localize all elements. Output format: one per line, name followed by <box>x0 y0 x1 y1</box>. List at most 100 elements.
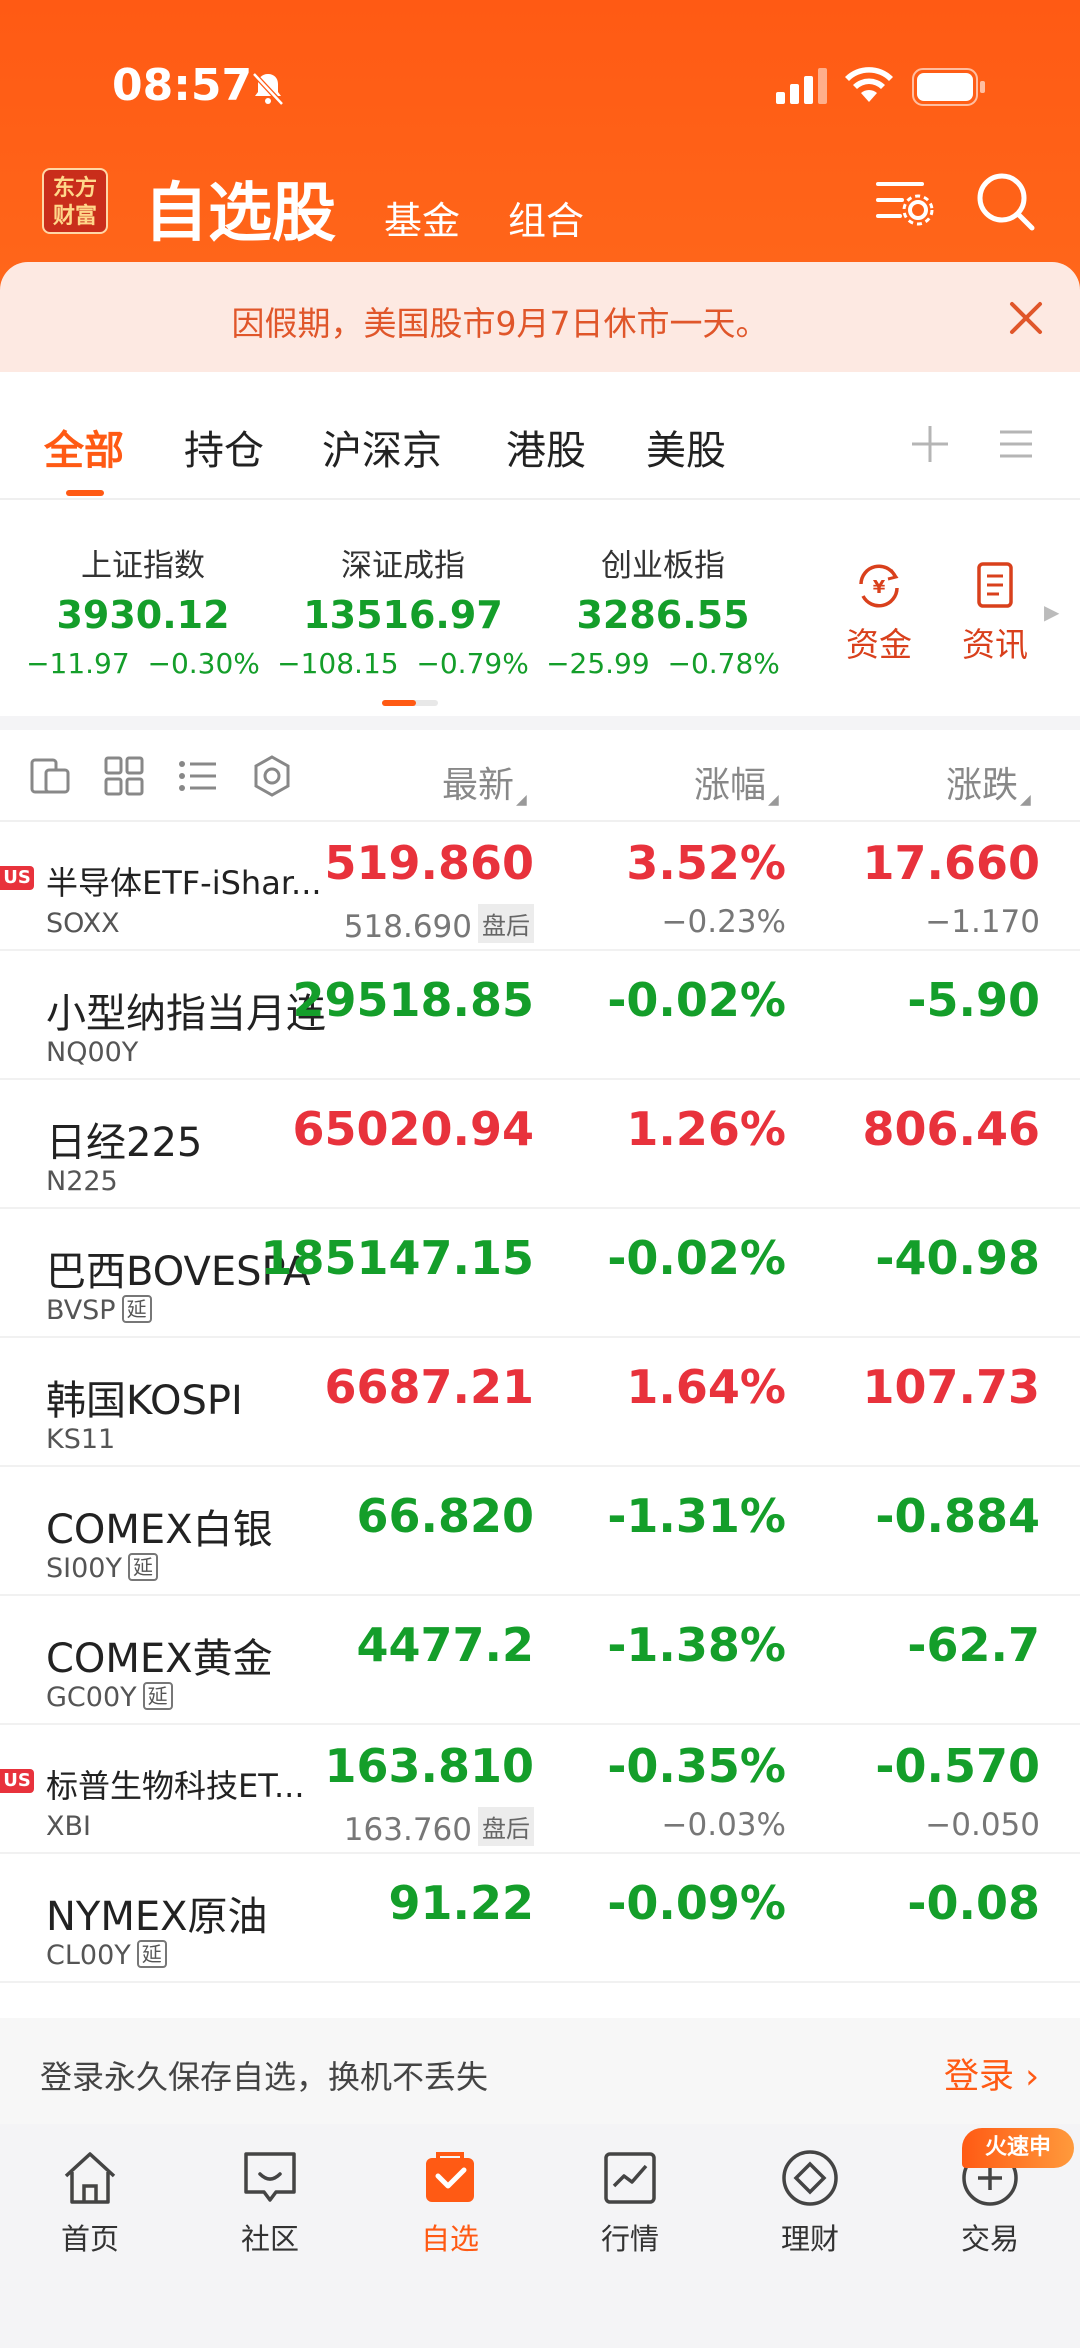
tab-all[interactable]: 全部 <box>44 418 124 476</box>
table-row[interactable]: COMEX黄金 GC00Y 延 4477.2 -1.38% -62.7 <box>0 1596 1080 1725</box>
settings-list-icon[interactable] <box>872 170 936 234</box>
tab-holdings[interactable]: 持仓 <box>184 418 264 476</box>
table-row[interactable]: 小型纳指当月连续NQ00Y 29518.85 -0.02% -5.90 <box>0 951 1080 1080</box>
security-code: XBI <box>46 1811 91 1842</box>
latest-price: 66.820 <box>356 1489 534 1543</box>
security-code: SOXX <box>46 908 120 939</box>
latest-price: 91.22 <box>388 1876 534 1930</box>
after-hours-pct: −0.23% <box>661 904 786 940</box>
security-name: NYMEX原油 <box>46 1894 268 1940</box>
login-banner[interactable]: 登录永久保存自选，换机不丢失 登录 › <box>0 2018 1080 2124</box>
edit-group-icon[interactable] <box>28 754 72 798</box>
index-change: −25.99 −0.78% <box>546 647 780 680</box>
watchlist-header: 最新 ◢ 涨幅 ◢ 涨跌 ◢ <box>0 730 1080 822</box>
bell-muted-icon <box>252 72 284 106</box>
us-market-badge: US <box>0 1769 34 1793</box>
sort-latest[interactable]: 最新 ◢ <box>442 756 527 808</box>
table-row[interactable]: NYMEX原油 CL00Y 延 91.22 -0.09% -0.08 <box>0 1854 1080 1983</box>
change-amount: 806.46 <box>862 1102 1040 1156</box>
security-name: COMEX黄金 <box>46 1636 273 1682</box>
document-icon <box>977 562 1013 608</box>
change-amount: -0.884 <box>875 1489 1040 1543</box>
change-amount: -0.570 <box>875 1739 1040 1793</box>
index-card[interactable]: 深证成指 13516.97 −108.15 −0.79% <box>272 540 534 680</box>
security-code: N225 <box>46 1166 118 1197</box>
table-row[interactable]: 日经225 N225 65020.94 1.26% 806.46 <box>0 1080 1080 1209</box>
promo-badge[interactable]: 火速申 <box>962 2128 1074 2168</box>
scroll-right-icon[interactable]: ▶ <box>1044 600 1059 624</box>
table-row[interactable]: COMEX白银 SI00Y 延 66.820 -1.31% -0.884 <box>0 1467 1080 1596</box>
chat-icon <box>244 2152 296 2202</box>
list-view-icon[interactable] <box>176 754 220 798</box>
grid-view-icon[interactable] <box>102 754 146 798</box>
change-amount: -40.98 <box>875 1231 1040 1285</box>
change-percent: -1.31% <box>607 1489 786 1543</box>
after-hours-change: −0.050 <box>925 1807 1040 1843</box>
settings-icon[interactable] <box>250 754 294 798</box>
watchlist-icon <box>426 2152 474 2202</box>
capital-flow-label: 资金 <box>846 625 912 664</box>
us-market-badge: US <box>0 866 34 890</box>
change-percent: 3.52% <box>626 836 786 890</box>
latest-price: 163.810 <box>324 1739 534 1793</box>
security-name: 小型纳指当月连续 <box>46 991 326 1037</box>
app-logo: 东方财富 <box>42 168 108 234</box>
nav-watchlist[interactable]: 自选 <box>380 2146 520 2258</box>
latest-price: 65020.94 <box>292 1102 534 1156</box>
menu-icon[interactable] <box>996 424 1036 464</box>
index-name: 上证指数 <box>81 548 205 584</box>
tab-portfolio[interactable]: 组合 <box>508 190 584 245</box>
table-row[interactable]: 韩国KOSPI KS11 6687.21 1.64% 107.73 <box>0 1338 1080 1467</box>
change-percent: -0.02% <box>607 1231 786 1285</box>
signal-icon <box>776 68 827 104</box>
table-row[interactable]: US 标普生物科技ET... XBI 163.810 -0.35% -0.570 163.7… <box>0 1725 1080 1854</box>
notice-text: 因假期，美国股市9月7日休市一天。 <box>231 304 769 343</box>
chart-icon <box>604 2152 656 2204</box>
table-row[interactable]: US 半导体ETF-iShar... SOXX 519.860 3.52% 17.660 5… <box>0 822 1080 951</box>
search-icon[interactable] <box>974 170 1038 234</box>
diamond-icon <box>782 2150 838 2206</box>
watchlist: US 半导体ETF-iShar... SOXX 519.860 3.52% 17.660 5… <box>0 822 1080 2018</box>
sort-pct[interactable]: 涨幅 ◢ <box>694 756 779 808</box>
security-code: NQ00Y <box>46 1037 139 1068</box>
index-name: 创业板指 <box>601 548 725 584</box>
change-percent: -0.02% <box>607 973 786 1027</box>
page-title[interactable]: 自选股 <box>144 162 336 254</box>
nav-wealth[interactable]: 理财 <box>740 2146 880 2258</box>
delayed-badge: 延 <box>121 1295 152 1323</box>
index-card[interactable]: 上证指数 3930.12 −11.97 −0.30% <box>12 540 274 680</box>
change-amount: -5.90 <box>907 973 1040 1027</box>
delayed-badge: 延 <box>127 1553 158 1581</box>
capital-flow-button[interactable]: ¥ 资金 <box>834 560 924 666</box>
nav-market[interactable]: 行情 <box>560 2146 700 2258</box>
latest-price: 29518.85 <box>292 973 534 1027</box>
security-name: 韩国KOSPI <box>46 1378 243 1424</box>
active-tab-indicator <box>66 490 104 496</box>
index-card[interactable]: 创业板指 3286.55 −25.99 −0.78% <box>532 540 794 680</box>
security-code: GC00Y 延 <box>46 1682 173 1713</box>
nav-home[interactable]: 首页 <box>20 2146 160 2258</box>
after-hours-price: 163.760 盘后 <box>344 1807 534 1848</box>
close-icon[interactable] <box>1004 296 1048 340</box>
home-icon <box>64 2152 116 2204</box>
change-amount: -62.7 <box>907 1618 1040 1672</box>
market-indices: 上证指数 3930.12 −11.97 −0.30% 深证成指 13516.97… <box>0 500 1080 716</box>
add-icon[interactable] <box>906 420 954 468</box>
tab-us[interactable]: 美股 <box>646 418 726 476</box>
login-link[interactable]: 登录 › <box>944 2048 1039 2099</box>
index-name: 深证成指 <box>341 548 465 584</box>
news-label: 资讯 <box>962 625 1028 664</box>
change-percent: -1.38% <box>607 1618 786 1672</box>
status-time: 08:57 <box>112 60 253 111</box>
tab-a-shares[interactable]: 沪深京 <box>322 418 442 476</box>
news-button[interactable]: 资讯 <box>950 560 1040 666</box>
tab-hk[interactable]: 港股 <box>506 418 586 476</box>
login-hint: 登录永久保存自选，换机不丢失 <box>40 2058 489 2096</box>
table-row[interactable]: 巴西BOVESPA BVSP 延 185147.15 -0.02% -40.98 <box>0 1209 1080 1338</box>
change-percent: -0.09% <box>607 1876 786 1930</box>
sort-change[interactable]: 涨跌 ◢ <box>946 756 1031 808</box>
nav-community[interactable]: 社区 <box>200 2146 340 2258</box>
tab-funds[interactable]: 基金 <box>384 190 460 245</box>
change-percent: 1.64% <box>626 1360 786 1414</box>
security-code: CL00Y 延 <box>46 1940 167 1971</box>
